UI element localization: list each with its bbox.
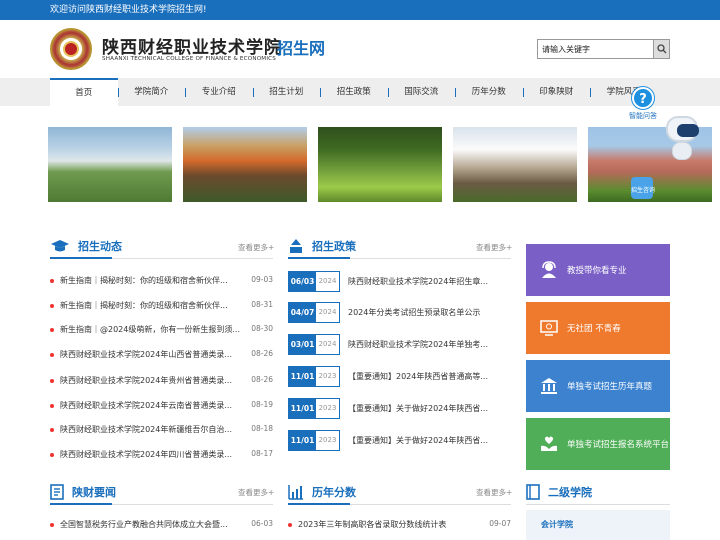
school-item[interactable]: 会计学院 — [541, 519, 573, 530]
list-item[interactable]: 2023年三年制高职各省录取分数线统计表 09-07 — [288, 519, 511, 530]
nav-item-plan[interactable]: 招生计划 — [252, 78, 321, 106]
policy-item[interactable]: 03/01 2024 陕西财经职业技术学院2024年单独考... — [288, 334, 511, 355]
list-item[interactable]: 陕西财经职业技术学院2024年新疆维吾尔自治... 08-18 — [50, 424, 273, 435]
list-item[interactable]: 陕西财经职业技术学院2024年四川省普通类录... 08-17 — [50, 449, 273, 460]
news-more-link[interactable]: 查看更多+ — [238, 487, 274, 498]
site-subtitle: 招生网 — [277, 39, 326, 58]
policy-item[interactable]: 04/07 2024 2024年分类考试招生预录取名单公示 — [288, 302, 511, 323]
nav-item-scores[interactable]: 历年分数 — [455, 78, 523, 106]
list-item[interactable]: 新生指南｜@2024级萌新，你有一份新生报到须... 08-30 — [50, 324, 273, 335]
admissions-news-header: 招生动态 — [50, 238, 122, 254]
policy-more-link[interactable]: 查看更多+ — [476, 242, 512, 253]
college-name-en: SHAANXI TECHNICAL COLLEGE OF FINANCE & E… — [102, 56, 277, 62]
graduation-cap-icon — [51, 240, 69, 252]
document-icon — [50, 484, 64, 500]
list-item[interactable]: 新生指南｜揭秘时刻：你的班级和宿舍新伙伴... 08-31 — [50, 300, 273, 311]
search-icon — [656, 44, 666, 54]
consult-label[interactable]: 招生咨询 — [631, 185, 655, 194]
scores-more-link[interactable]: 查看更多+ — [476, 487, 512, 498]
nav-item-international[interactable]: 国际交流 — [387, 78, 456, 106]
list-item[interactable]: 全国智慧税务行业产教融合共同体成立大会暨... 06-03 — [50, 519, 273, 530]
scores-header: 历年分数 — [288, 484, 356, 500]
policy-item[interactable]: 11/01 2023 【重要通知】关于做好2024年陕西省... — [288, 430, 511, 451]
screen-icon — [540, 320, 558, 336]
policy-title: 招生政策 — [312, 240, 356, 253]
user-headset-icon — [542, 261, 556, 278]
campus-photo-2[interactable] — [183, 127, 307, 202]
nav-item-home[interactable]: 首页 — [50, 78, 118, 106]
robot-assistant-icon[interactable] — [662, 116, 702, 162]
list-item[interactable]: 陕西财经职业技术学院2024年贵州省普通类录... 08-26 — [50, 375, 273, 386]
card-past-exams[interactable]: 单独考试招生历年真题 — [526, 360, 670, 412]
svg-text:?: ? — [639, 92, 647, 107]
nav-item-policy[interactable]: 招生政策 — [320, 78, 388, 106]
search-button[interactable] — [653, 39, 670, 59]
card-label: 单独考试招生历年真题 — [567, 382, 653, 392]
campus-photo-1[interactable] — [48, 127, 172, 202]
college-name-cn[interactable]: 陕西财经职业技术学院 — [102, 33, 282, 58]
person-list-icon — [290, 239, 302, 253]
question-mark-icon[interactable]: ? — [632, 87, 654, 109]
nav-item-about[interactable]: 学院简介 — [117, 78, 186, 106]
search-input[interactable] — [537, 39, 653, 59]
schools-title: 二级学院 — [548, 486, 592, 499]
admissions-news-title: 招生动态 — [78, 240, 122, 253]
card-professors-majors[interactable]: 教授带你看专业 — [526, 244, 670, 296]
bar-chart-icon — [288, 485, 303, 500]
card-label: 单独考试招生报名系统平台 — [567, 440, 670, 450]
hands-heart-icon — [541, 436, 557, 451]
card-label: 无社团 不青春 — [567, 324, 621, 334]
book-icon — [526, 484, 540, 500]
card-label: 教授带你看专业 — [567, 266, 627, 276]
nav-item-majors[interactable]: 专业介绍 — [185, 78, 253, 106]
site-header: 陕西财经职业技术学院 SHAANXI TECHNICAL COLLEGE OF … — [0, 20, 720, 78]
admissions-news-more-link[interactable]: 查看更多+ — [238, 242, 274, 253]
list-item[interactable]: 陕西财经职业技术学院2024年云南省普通类录... 08-19 — [50, 400, 273, 411]
campus-photo-strip — [48, 127, 712, 202]
news-header: 陕财要闻 — [50, 484, 116, 500]
policy-item[interactable]: 11/01 2023 【重要通知】关于做好2024年陕西省... — [288, 398, 511, 419]
list-item[interactable]: 陕西财经职业技术学院2024年山西省普通类录... 08-26 — [50, 349, 273, 360]
policy-item[interactable]: 06/03 2024 陕西财经职业技术学院2024年招生章... — [288, 271, 511, 292]
welcome-text: 欢迎访问陕西财经职业技术学院招生网! — [50, 5, 207, 15]
search-box — [537, 39, 670, 59]
card-registration-system[interactable]: 单独考试招生报名系统平台 — [526, 418, 670, 470]
campus-photo-3[interactable] — [318, 127, 442, 202]
news-title: 陕财要闻 — [72, 486, 116, 499]
schools-header: 二级学院 — [526, 484, 592, 500]
campus-photo-4[interactable] — [453, 127, 577, 202]
college-seal-logo[interactable] — [50, 28, 92, 70]
top-welcome-bar: 欢迎访问陕西财经职业技术学院招生网! — [0, 0, 720, 20]
building-icon — [541, 378, 557, 394]
card-clubs[interactable]: 无社团 不青春 — [526, 302, 670, 354]
qa-label[interactable]: 智能问答 — [629, 111, 657, 121]
policy-header: 招生政策 — [288, 238, 356, 254]
nav-item-impression[interactable]: 印象陕财 — [522, 78, 591, 106]
scores-title: 历年分数 — [312, 486, 356, 499]
list-item[interactable]: 新生指南｜揭秘时刻：你的班级和宿舍新伙伴... 09-03 — [50, 275, 273, 286]
policy-item[interactable]: 11/01 2023 【重要通知】2024年陕西省普通高等... — [288, 366, 511, 387]
main-nav: 首页 学院简介 专业介绍 招生计划 招生政策 国际交流 历年分数 印象陕财 学院… — [0, 78, 720, 106]
